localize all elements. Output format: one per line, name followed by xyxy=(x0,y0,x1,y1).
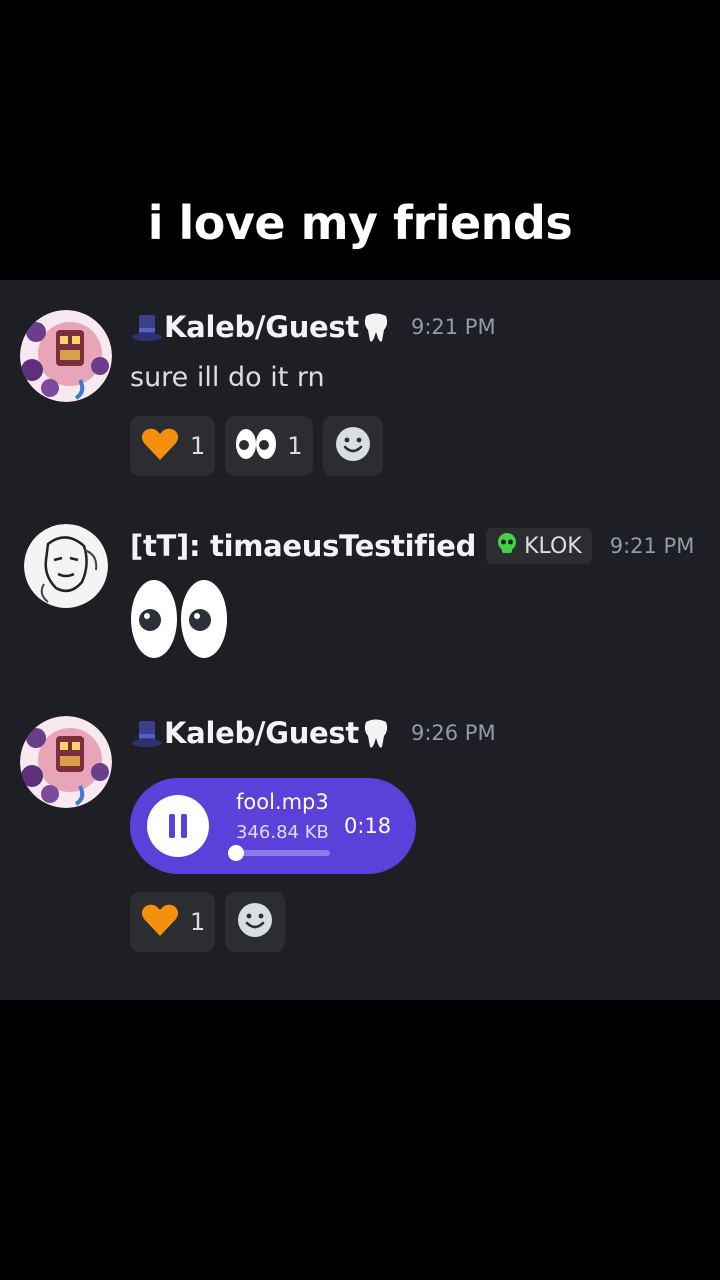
top-hat-icon xyxy=(130,310,164,344)
reaction-heart[interactable]: 1 xyxy=(130,416,216,476)
message-text: sure ill do it rn xyxy=(130,362,325,393)
reaction-bar: 1 1 xyxy=(130,416,383,476)
reaction-count: 1 xyxy=(190,908,206,936)
audio-progress-thumb[interactable] xyxy=(228,845,244,861)
reaction-eyes[interactable]: 1 xyxy=(225,416,313,476)
audio-duration: 0:18 xyxy=(344,814,392,838)
video-caption: i love my friends xyxy=(147,196,573,250)
tag-label: KLOK xyxy=(524,533,582,559)
tooth-icon xyxy=(359,310,393,344)
add-reaction-button[interactable] xyxy=(225,892,286,952)
message-header: Kaleb/Guest 9:26 PM xyxy=(130,716,496,750)
audio-progress-bar[interactable] xyxy=(228,845,330,861)
timestamp: 9:26 PM xyxy=(410,721,496,745)
chat-panel: Kaleb/Guest 9:21 PM sure ill do it rn 1 xyxy=(0,280,720,1000)
green-skull-icon xyxy=(496,532,518,560)
add-reaction-icon xyxy=(335,426,371,466)
pause-button[interactable] xyxy=(147,795,209,857)
server-tag[interactable]: KLOK xyxy=(486,528,592,564)
reaction-count: 1 xyxy=(287,432,303,460)
message-header: Kaleb/Guest 9:21 PM xyxy=(130,310,496,344)
username[interactable]: Kaleb/Guest xyxy=(164,716,359,750)
timestamp: 9:21 PM xyxy=(410,315,496,339)
avatar-timaeus[interactable] xyxy=(24,524,108,608)
eyes-emoji xyxy=(130,578,230,664)
eyes-icon xyxy=(235,428,277,464)
reaction-bar: 1 xyxy=(130,892,286,952)
reaction-count: 1 xyxy=(190,432,206,460)
tooth-icon xyxy=(359,716,393,750)
audio-file-name[interactable]: fool.mp3 xyxy=(236,790,329,814)
add-reaction-button[interactable] xyxy=(322,416,383,476)
avatar-kaleb[interactable] xyxy=(20,716,112,808)
message-header: [tT]: timaeusTestified KLOK 9:21 PM xyxy=(130,528,694,564)
username[interactable]: [tT]: timaeusTestified xyxy=(130,529,476,563)
avatar-kaleb[interactable] xyxy=(20,310,112,402)
orange-heart-icon xyxy=(140,426,180,466)
audio-player: fool.mp3 346.84 KB 0:18 xyxy=(130,778,416,874)
username[interactable]: Kaleb/Guest xyxy=(164,310,359,344)
top-hat-icon xyxy=(130,716,164,750)
audio-file-size: 346.84 KB xyxy=(236,822,329,843)
pause-icon xyxy=(166,814,190,838)
reaction-heart[interactable]: 1 xyxy=(130,892,216,952)
orange-heart-icon xyxy=(140,902,180,942)
add-reaction-icon xyxy=(237,902,273,942)
timestamp: 9:21 PM xyxy=(609,534,695,558)
